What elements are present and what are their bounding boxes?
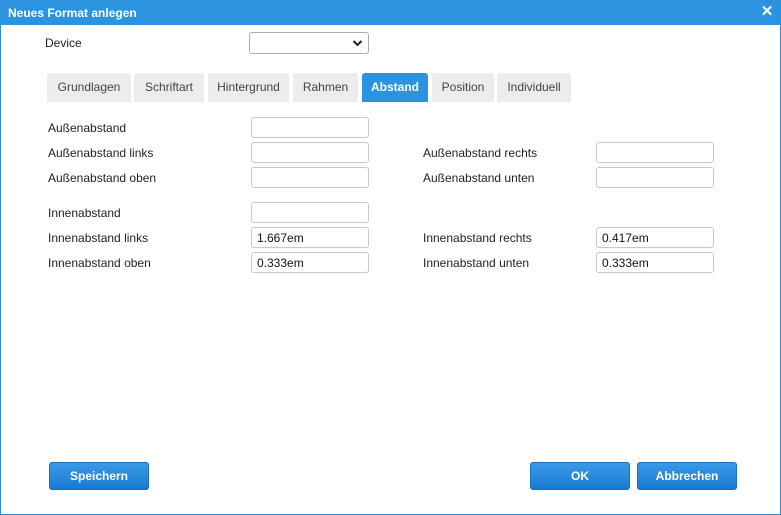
padding-top-label: Innenabstand oben [48, 256, 151, 270]
margin-right-label: Außenabstand rechts [423, 146, 538, 160]
padding-left-label: Innenabstand links [48, 231, 149, 245]
margin-bottom-input[interactable] [596, 167, 714, 188]
margin-right-input[interactable] [596, 142, 714, 163]
padding-right-label: Innenabstand rechts [423, 231, 532, 245]
close-icon[interactable]: ✕ [759, 4, 775, 20]
margin-top-input[interactable] [251, 167, 369, 188]
tab-hintergrund[interactable]: Hintergrund [208, 73, 289, 102]
tab-schriftart[interactable]: Schriftart [134, 73, 204, 102]
cancel-button[interactable]: Abbrechen [637, 462, 737, 490]
padding-left-input[interactable] [251, 227, 369, 248]
tab-grundlagen[interactable]: Grundlagen [47, 73, 131, 102]
padding-right-input[interactable] [596, 227, 714, 248]
tab-position[interactable]: Position [432, 73, 494, 102]
padding-all-label: Innenabstand [48, 206, 121, 220]
padding-bottom-label: Innenabstand unten [423, 256, 530, 270]
margin-top-label: Außenabstand oben [48, 171, 157, 185]
device-label: Device [45, 36, 82, 50]
tab-individuell[interactable]: Individuell [497, 73, 571, 102]
padding-bottom-input[interactable] [596, 252, 714, 273]
chevron-down-icon [352, 40, 363, 47]
padding-all-input[interactable] [251, 202, 369, 223]
margin-all-input[interactable] [251, 117, 369, 138]
margin-bottom-label: Außenabstand unten [423, 171, 535, 185]
ok-button[interactable]: OK [530, 462, 630, 490]
save-button[interactable]: Speichern [49, 462, 149, 490]
margin-left-input[interactable] [251, 142, 369, 163]
dialog-title: Neues Format anlegen [8, 6, 137, 20]
margin-all-label: Außenabstand [48, 121, 127, 135]
padding-top-input[interactable] [251, 252, 369, 273]
tab-rahmen[interactable]: Rahmen [293, 73, 358, 102]
format-dialog: Neues Format anlegen ✕ Device Grundlagen… [0, 0, 781, 515]
dialog-titlebar[interactable]: Neues Format anlegen ✕ [1, 1, 780, 25]
tab-abstand[interactable]: Abstand [362, 73, 428, 102]
margin-left-label: Außenabstand links [48, 146, 154, 160]
device-select[interactable] [249, 32, 369, 54]
